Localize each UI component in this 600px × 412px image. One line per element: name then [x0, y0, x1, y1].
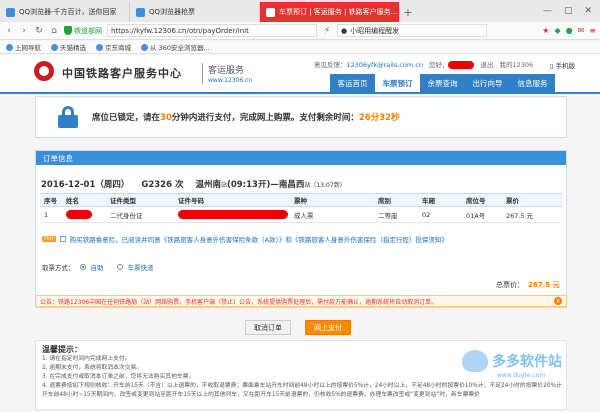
total-price: 总票价： 267.5 元 — [496, 281, 560, 289]
bookmarks-bar: 上网导航 天猫精选 京东商城 从 360安全浏览器... — [0, 41, 600, 54]
mobile-link[interactable]: ▯ 手机版 — [550, 60, 575, 70]
mail-icon[interactable]: ✉ — [578, 26, 585, 35]
railway-logo-icon — [34, 61, 54, 81]
nav-home[interactable]: 客运首页 — [330, 74, 375, 92]
nav-travel-guide[interactable]: 出行向导 — [465, 74, 510, 92]
refresh-icon[interactable]: ↻ — [34, 26, 44, 36]
cancel-order-button[interactable]: 取消订单 — [245, 320, 291, 335]
bookmark-item[interactable]: 天猫精选 — [51, 42, 86, 52]
brand-title: 中国铁路客户服务中心 — [62, 67, 182, 80]
search-input[interactable]: ● 小昭用编程醒发 — [337, 24, 487, 37]
passenger-table: 序号 姓名 证件类型 证件号码 票种 席别 车厢 席位号 票价 1 二代身份证 … — [40, 193, 562, 223]
user-bar: 意见反馈：12306yfk@rails.com.cn 您好， 退出 我的1230… — [314, 59, 533, 69]
forward-icon[interactable]: › — [19, 26, 29, 36]
bookmark-icon — [141, 43, 148, 51]
col-id-type: 证件类型 — [106, 193, 174, 207]
feedback-mail-link[interactable]: 12306yfk@rails.com.cn — [347, 61, 423, 69]
nav-ticket-booking[interactable]: 车票预订 — [375, 74, 420, 92]
bookmark-item[interactable]: 京东商城 — [96, 42, 131, 52]
tab-favicon-icon — [266, 7, 275, 17]
maximize-icon[interactable]: ▢ — [564, 6, 573, 16]
announcement-bar: 公告：铁路12306中国在任何铁路局（站）网络购票，手机客户端（禁止）公告，系统… — [35, 295, 567, 307]
phone-icon: ▯ — [550, 62, 554, 70]
col-id-number: 证件号码 — [174, 193, 290, 207]
toolbar-icons: ★ ◆ ● ✉ ≡ — [542, 26, 596, 35]
col-seat-no: 席位号 — [462, 193, 502, 207]
game-icon[interactable]: ● — [566, 26, 573, 35]
back-icon[interactable]: ‹ — [4, 26, 14, 36]
new-tab-button[interactable]: + — [400, 2, 416, 22]
watermark: 多多软件站 — [462, 350, 562, 372]
trip-date: 2016-12-01（周四） — [41, 180, 130, 190]
browser-tab-1[interactable]: QQ浏览器-千方百计，送你回家 — [0, 2, 130, 22]
insurance-checkbox[interactable] — [59, 236, 66, 242]
tab-bar: QQ浏览器-千方百计，送你回家 QQ浏览器抢票 车票预订 | 客运服务 | 铁路… — [0, 0, 600, 22]
pay-minutes: 30 — [160, 113, 172, 123]
pickup-express-radio[interactable] — [116, 264, 123, 270]
window-controls: — ▢ ✕ — [543, 0, 600, 22]
browser-tab-3[interactable]: 车票预订 | 客运服务 | 铁路客户服务...✕ — [260, 2, 400, 22]
lock-icon — [58, 106, 78, 128]
order-panel-title: 订单信息 — [36, 151, 566, 165]
tab-favicon-icon — [6, 7, 15, 17]
lightning-icon[interactable]: ⚡ — [322, 26, 332, 36]
pickup-self-radio[interactable] — [79, 264, 86, 270]
security-badge[interactable]: 铁道部网 — [64, 26, 102, 36]
home-icon[interactable]: ⌂ — [49, 26, 59, 36]
watermark-url: www.duote.com — [497, 372, 546, 379]
feedback: 意见反馈：12306yfk@rails.com.cn — [314, 61, 423, 69]
address-bar: ‹ › ↻ ⌂ 铁道部网 https://kyfw.12306.cn/otn/p… — [0, 22, 600, 40]
nav-info-service[interactable]: 信息服务 — [510, 74, 555, 92]
order-panel: 订单信息 2016-12-01（周四） G2326 次 温州南站(09:13开)… — [35, 150, 567, 308]
col-car: 车厢 — [418, 193, 462, 207]
bookmark-item[interactable]: 上网导航 — [6, 42, 41, 52]
redacted-id-number — [178, 210, 288, 219]
seat-lock-notice: 席位已锁定，请在30分钟内进行支付，完成网上购票。支付剩余时间：26分32秒 — [35, 96, 567, 138]
watermark-logo-icon — [462, 350, 488, 372]
remaining-time: 26分32秒 — [358, 113, 400, 123]
close-window-icon[interactable]: ✕ — [584, 6, 592, 16]
insurance-text[interactable]: 购买铁路乘意险，已阅读并同意《铁路旅客人身意外伤害保险条款（A款）》和《铁路旅客… — [70, 234, 448, 244]
my-12306-link[interactable]: 我的12306 — [499, 59, 533, 69]
search-engine-icon: ● — [341, 26, 348, 35]
nav-strip — [0, 92, 600, 94]
brand-subtitle: 客运服务 www.12306.cn — [202, 63, 252, 84]
main-nav: 客运首页 车票预订 余票查询 出行向导 信息服务 — [330, 74, 555, 92]
redacted-name — [66, 210, 92, 219]
table-row: 1 二代身份证 成人票 二等座 02 01A号 267.5 元 — [40, 206, 562, 223]
trip-summary: 2016-12-01（周四） G2326 次 温州南站(09:13开)—南昌西站… — [41, 178, 346, 190]
nav-ticket-query[interactable]: 余票查询 — [420, 74, 465, 92]
minimize-icon[interactable]: — — [543, 6, 552, 16]
redacted-username — [448, 61, 475, 69]
pickup-method: 取票方式： 自助 车票快递 — [42, 264, 154, 272]
favorite-icon[interactable]: ★ — [542, 26, 549, 35]
bookmark-icon — [96, 43, 103, 51]
notice-text: 席位已锁定，请在30分钟内进行支付，完成网上购票。支付剩余时间：26分32秒 — [92, 113, 400, 123]
close-icon[interactable]: ✕ — [554, 297, 562, 305]
col-no: 序号 — [40, 193, 62, 207]
extension-icon[interactable]: ◆ — [554, 26, 560, 35]
site-header: 中国铁路客户服务中心 客运服务 www.12306.cn 意见反馈：12306yf… — [0, 55, 600, 92]
bookmark-icon — [51, 43, 58, 51]
col-seat-class: 席别 — [374, 193, 418, 207]
col-ticket-type: 票种 — [290, 193, 374, 207]
col-name: 姓名 — [62, 193, 106, 207]
greeting: 您好， — [429, 59, 475, 69]
trip-route: 温州南站(09:13开)—南昌西站（13:07到） — [195, 180, 346, 190]
hot-badge: Hot — [42, 236, 56, 242]
url-input[interactable]: https://kyfw.12306.cn/otn/payOrder/init — [107, 24, 317, 37]
bookmark-icon — [6, 43, 13, 51]
online-pay-button[interactable]: 网上支付 — [305, 320, 351, 335]
menu-icon[interactable]: ≡ — [589, 26, 596, 35]
bookmark-item[interactable]: 从 360安全浏览器... — [141, 42, 210, 52]
train-number: G2326 次 — [141, 180, 184, 190]
insurance-option: Hot 购买铁路乘意险，已阅读并同意《铁路旅客人身意外伤害保险条款（A款）》和《… — [42, 234, 448, 244]
logout-link[interactable]: 退出 — [480, 59, 493, 69]
shield-icon — [64, 26, 72, 35]
browser-tab-2[interactable]: QQ浏览器抢票 — [130, 2, 260, 22]
col-price: 票价 — [502, 193, 562, 207]
tab-favicon-icon — [136, 7, 145, 17]
